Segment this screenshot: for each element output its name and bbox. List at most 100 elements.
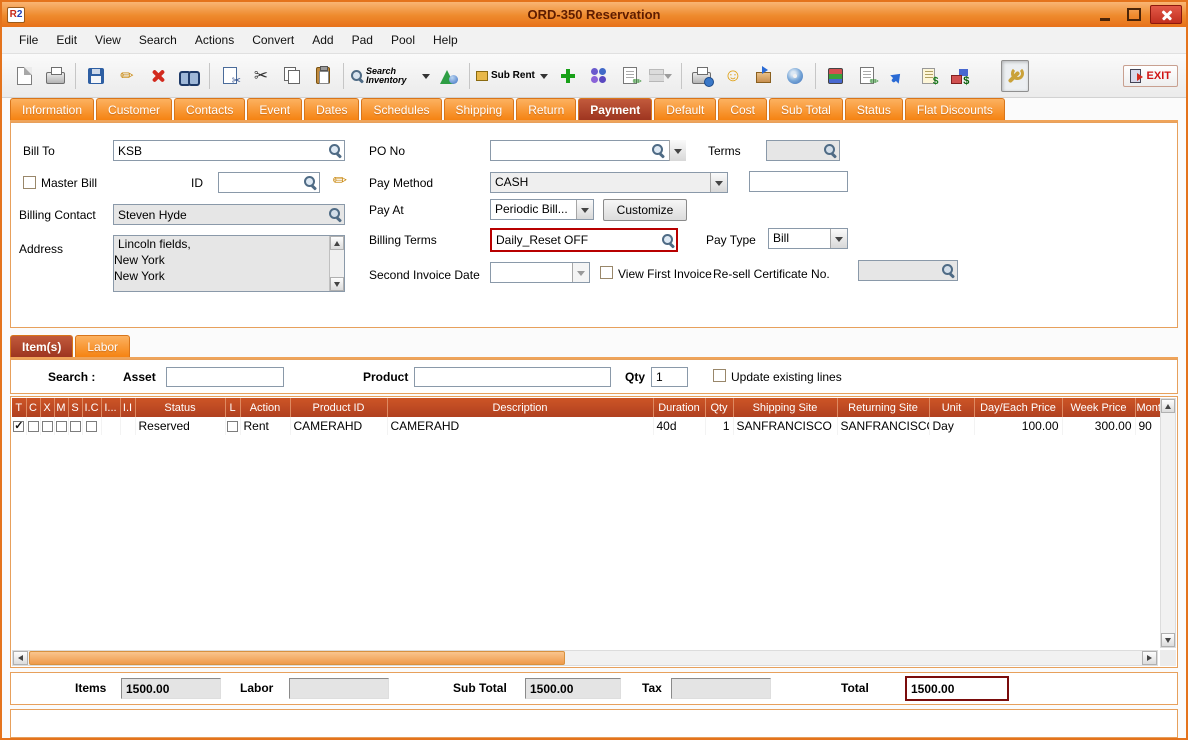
go-arrow-button[interactable] bbox=[884, 60, 912, 92]
tab-contacts[interactable]: Contacts bbox=[174, 98, 246, 120]
pay-type-select[interactable]: Bill bbox=[768, 228, 848, 249]
row-checkbox-m[interactable] bbox=[55, 421, 67, 433]
cut-button[interactable] bbox=[247, 60, 275, 92]
menu-help[interactable]: Help bbox=[424, 29, 467, 51]
col-status[interactable]: Status bbox=[135, 398, 226, 417]
group-button[interactable] bbox=[585, 60, 613, 92]
search-inventory-button[interactable]: Search Inventory bbox=[350, 60, 416, 92]
menu-view[interactable]: View bbox=[86, 29, 130, 51]
master-bill-checkbox[interactable] bbox=[23, 176, 36, 189]
print-setup-button[interactable] bbox=[688, 60, 716, 92]
total-field[interactable] bbox=[905, 676, 1009, 701]
menu-convert[interactable]: Convert bbox=[243, 29, 303, 51]
minimize-button[interactable] bbox=[1092, 5, 1118, 24]
tab-return[interactable]: Return bbox=[516, 98, 577, 120]
menu-actions[interactable]: Actions bbox=[186, 29, 243, 51]
cell-unit[interactable]: Day bbox=[929, 417, 975, 435]
notes-button[interactable] bbox=[616, 60, 644, 92]
disc-button[interactable] bbox=[781, 60, 809, 92]
second-invoice-date-select[interactable] bbox=[490, 262, 590, 283]
cell-qty[interactable]: 1 bbox=[705, 417, 734, 435]
menu-add[interactable]: Add bbox=[303, 29, 342, 51]
search-icon[interactable] bbox=[328, 207, 342, 221]
pay-method-extra-input[interactable] bbox=[749, 171, 848, 192]
exit-button[interactable]: EXIT bbox=[1122, 64, 1178, 87]
tools-button[interactable] bbox=[1000, 59, 1029, 92]
col-returning-site[interactable]: Returning Site bbox=[837, 398, 930, 417]
search-icon[interactable] bbox=[661, 233, 675, 247]
col-m[interactable]: M bbox=[54, 398, 69, 417]
subtotal-field[interactable] bbox=[525, 678, 621, 699]
pay-method-dropdown[interactable] bbox=[710, 173, 727, 192]
edit-notes-button[interactable] bbox=[853, 60, 881, 92]
database-button[interactable] bbox=[822, 60, 850, 92]
view-first-invoice-checkbox[interactable] bbox=[600, 266, 613, 279]
cut-line-button[interactable] bbox=[216, 60, 244, 92]
pay-method-select[interactable]: CASH bbox=[490, 172, 728, 193]
pay-type-dropdown[interactable] bbox=[830, 229, 847, 248]
scroll-up-button[interactable] bbox=[330, 236, 344, 250]
update-existing-checkbox[interactable] bbox=[713, 369, 726, 382]
tab-labor[interactable]: Labor bbox=[75, 335, 131, 357]
edit-button[interactable] bbox=[113, 60, 141, 92]
sub-rent-dropdown[interactable] bbox=[538, 60, 551, 92]
vertical-scrollbar[interactable] bbox=[1160, 398, 1176, 648]
tab-sub-total[interactable]: Sub Total bbox=[769, 98, 843, 120]
col-t[interactable]: T bbox=[12, 398, 27, 417]
col-product-id[interactable]: Product ID bbox=[290, 398, 388, 417]
tab-schedules[interactable]: Schedules bbox=[361, 98, 442, 120]
po-no-dropdown[interactable] bbox=[669, 140, 686, 161]
col-duration[interactable]: Duration bbox=[653, 398, 706, 417]
delete-button[interactable] bbox=[144, 60, 172, 92]
table-row[interactable]: Reserved Rent CAMERAHD CAMERAHD 40d 1 SA… bbox=[12, 417, 1165, 435]
tab-event[interactable]: Event bbox=[247, 98, 303, 120]
scroll-right-button[interactable] bbox=[1142, 651, 1157, 665]
col-shipping-site[interactable]: Shipping Site bbox=[733, 398, 838, 417]
pay-at-select[interactable]: Periodic Bill... bbox=[490, 199, 594, 220]
tab-customer[interactable]: Customer bbox=[96, 98, 173, 120]
product-input[interactable] bbox=[414, 367, 611, 387]
sub-rent-button[interactable]: Sub Rent bbox=[476, 60, 535, 92]
search-icon[interactable] bbox=[328, 143, 342, 157]
cell-description[interactable]: CAMERAHD bbox=[387, 417, 654, 435]
row-checkbox-t[interactable] bbox=[13, 419, 25, 433]
scroll-left-button[interactable] bbox=[13, 651, 28, 665]
address-box[interactable]: Lincoln fields, New York New York bbox=[113, 235, 345, 292]
ship-package-button[interactable] bbox=[750, 60, 778, 92]
col-week-price[interactable]: Week Price bbox=[1062, 398, 1136, 417]
pay-at-dropdown[interactable] bbox=[576, 200, 593, 219]
tab-payment[interactable]: Payment bbox=[578, 98, 653, 120]
print-button[interactable] bbox=[41, 60, 69, 92]
search-inventory-dropdown[interactable] bbox=[419, 60, 432, 92]
search-icon[interactable] bbox=[651, 143, 665, 157]
tab-default[interactable]: Default bbox=[654, 98, 717, 120]
customize-button[interactable]: Customize bbox=[603, 199, 687, 221]
search-icon[interactable] bbox=[941, 263, 955, 277]
col-unit[interactable]: Unit bbox=[929, 398, 975, 417]
row-checkbox-x[interactable] bbox=[41, 421, 53, 433]
row-checkbox-s[interactable] bbox=[69, 421, 81, 433]
add-line-button[interactable] bbox=[554, 60, 582, 92]
search-icon[interactable] bbox=[303, 175, 317, 189]
col-i-dots[interactable]: I... bbox=[101, 398, 121, 417]
tab-status[interactable]: Status bbox=[844, 98, 903, 120]
tab-dates[interactable]: Dates bbox=[304, 98, 360, 120]
col-x[interactable]: X bbox=[40, 398, 55, 417]
menu-edit[interactable]: Edit bbox=[47, 29, 86, 51]
find-button[interactable] bbox=[175, 60, 203, 92]
paste-button[interactable] bbox=[309, 60, 337, 92]
labor-total-field[interactable] bbox=[289, 678, 389, 699]
row-checkbox-l[interactable] bbox=[227, 421, 238, 433]
billing-terms-input[interactable] bbox=[490, 228, 678, 252]
scroll-down-button[interactable] bbox=[330, 277, 344, 291]
customer-service-button[interactable] bbox=[719, 60, 747, 92]
items-total-field[interactable] bbox=[121, 678, 221, 699]
horizontal-scrollbar[interactable] bbox=[12, 650, 1158, 666]
col-action[interactable]: Action bbox=[240, 398, 291, 417]
copy-button[interactable] bbox=[278, 60, 306, 92]
save-button[interactable] bbox=[82, 60, 110, 92]
address-scrollbar[interactable] bbox=[329, 236, 344, 291]
col-s[interactable]: S bbox=[68, 398, 83, 417]
menu-search[interactable]: Search bbox=[130, 29, 186, 51]
cell-ii[interactable] bbox=[120, 417, 136, 435]
